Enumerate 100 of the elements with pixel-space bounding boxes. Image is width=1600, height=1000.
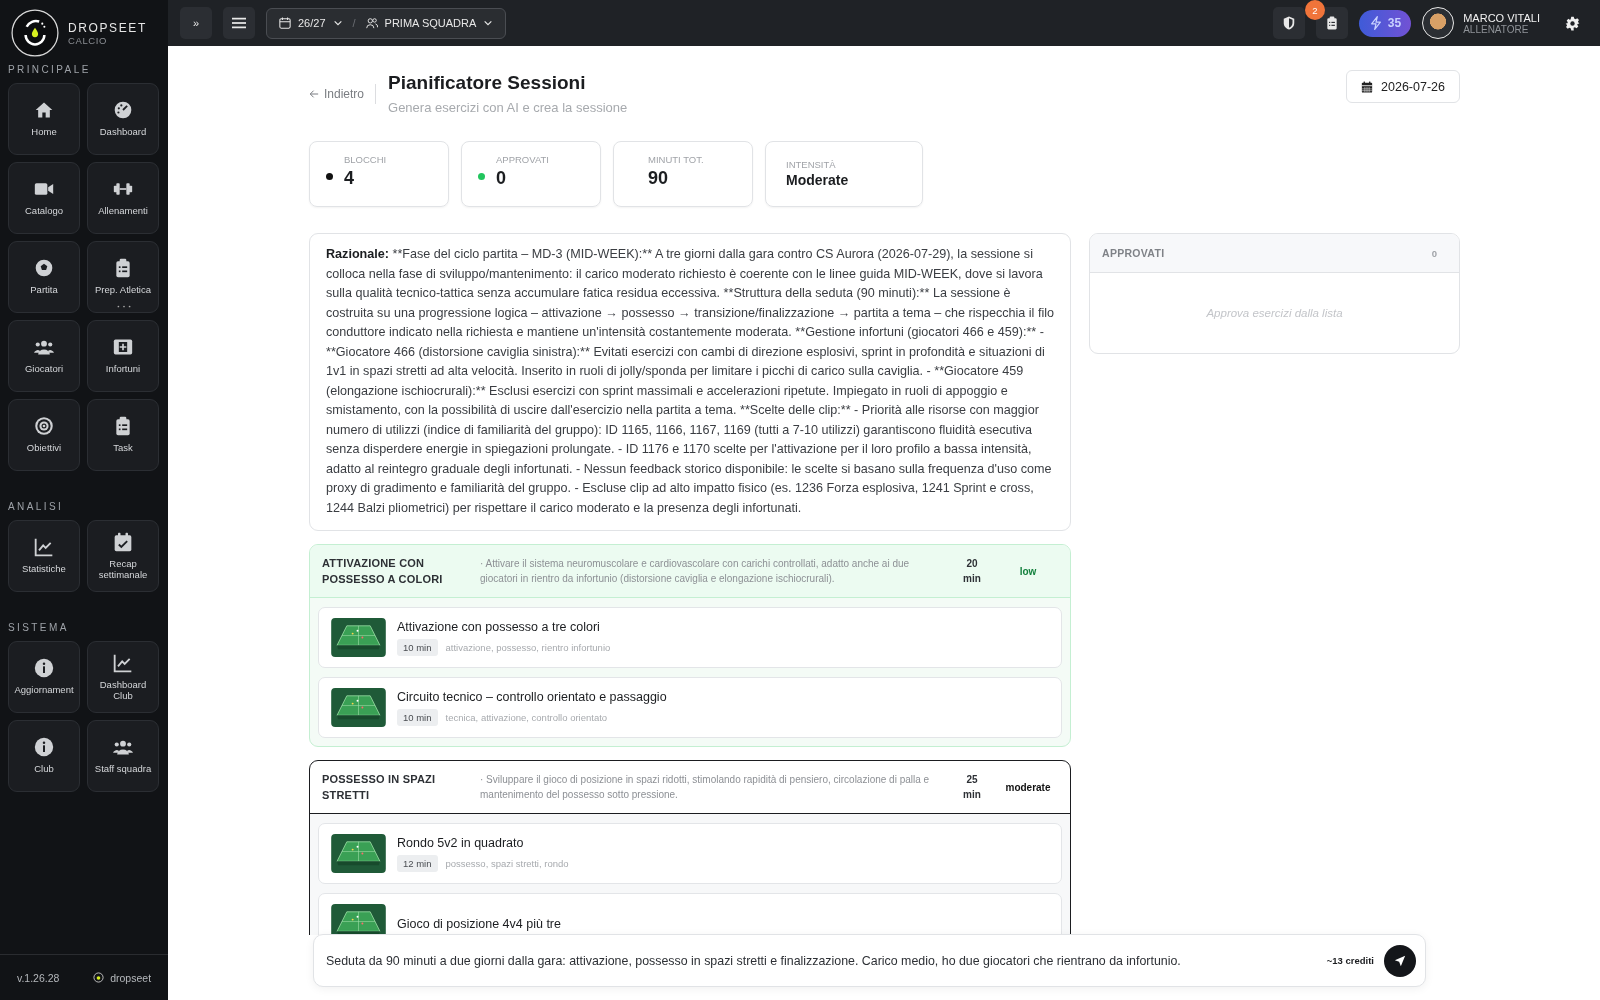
nav-item[interactable]: Allenamenti	[87, 162, 159, 234]
user-name: MARCO VITALI	[1463, 11, 1540, 24]
separator-text: /	[352, 17, 356, 29]
exercise-title: Gioco di posizione 4v4 più tre	[397, 916, 561, 931]
nav-item[interactable]: Task	[87, 399, 159, 471]
credit-cost: ~13 crediti	[1326, 955, 1374, 966]
clipboard-button[interactable]	[1315, 7, 1348, 39]
send-icon	[1394, 954, 1406, 967]
shield-icon	[1281, 16, 1296, 30]
expand-button[interactable]: »	[180, 7, 212, 39]
section-heading: ANALISI	[8, 501, 65, 512]
pitch-thumbnail-icon	[331, 618, 386, 657]
nav-item[interactable]: Infortuni	[87, 320, 159, 392]
duration-tag: 10 min	[397, 638, 438, 656]
nav-item[interactable]: Catalogo	[8, 162, 80, 234]
exercise-card[interactable]: Rondo 5v2 in quadrato 12 min possesso, spazi stretti, rondo	[318, 823, 1062, 884]
block-description: · Sviluppare il gioco di posizione in spazi ridotti, stimolando rapidità di pensiero, circolazione di palla e mantenimento del possesso sotto pressione.	[480, 773, 931, 802]
send-button[interactable]	[1384, 944, 1416, 977]
nav-item[interactable]: Dashboard Club	[87, 641, 159, 713]
nav-item[interactable]: Dashboard	[87, 83, 159, 155]
season-dropdown[interactable]: 26/27	[277, 17, 345, 29]
settings-icon[interactable]	[1565, 15, 1580, 31]
block-duration: 25 min	[962, 773, 982, 802]
section-heading: SISTEMA	[8, 622, 70, 633]
arrow-left-icon	[309, 89, 319, 99]
exercise-title: Attivazione con possesso a tre colori	[397, 619, 601, 634]
exercise-tags: possesso, spazi stretti, rondo	[445, 857, 569, 869]
intensity-label: low	[1018, 565, 1038, 577]
stat-value: 0	[496, 168, 507, 189]
target-icon	[34, 416, 54, 437]
nav-item[interactable]: Partita	[8, 241, 80, 313]
stat-value: 90	[648, 168, 670, 189]
line-chart-icon	[34, 537, 54, 558]
empty-state-text: Approva esercizi dalla lista	[1206, 307, 1343, 319]
info-icon	[34, 737, 54, 758]
page-title: Pianificatore Sessioni	[388, 72, 587, 94]
team-dropdown[interactable]: PRIMA SQUADRA	[363, 17, 496, 29]
exercise-card[interactable]: Attivazione con possesso a tre colori 10 min attivazione, possesso, rientro infortunio	[318, 607, 1062, 668]
exercise-card[interactable]: Gioco di posizione 4v4 più tre	[318, 893, 1062, 935]
menu-icon	[232, 16, 246, 30]
nav-item[interactable]: Obiettivi	[8, 399, 80, 471]
nav-item[interactable]: Aggiornament	[8, 641, 80, 713]
page-subtitle: Genera esercizi con AI e crea la sessione	[388, 100, 629, 115]
nav-item[interactable]: Prep. Atletica	[87, 241, 159, 313]
stat-label: MINUTI TOT.	[648, 154, 704, 165]
duration-tag: 12 min	[397, 854, 438, 872]
medical-kit-icon	[113, 337, 133, 358]
rationale-text: Razionale: **Fase del ciclo partita – MD-3 (MID-WEEK):** A tre giorni dalla gara contro CS Aurora (2026-07-29), la sessione si colloca nella fase di sviluppo/mantenimento: il carico moderato richiesto è coerente con le linee guida MID-WEEK, dove si lavora sulla qualità tecnico-tattica senza accumulare fatica residua eccessiva. **Struttura della seduta (90 minuti):** La sessione è costruita su una progressione logica – attivazione → possesso → transizione/finalizzazione → partita a tema – che rispecchia il filo conduttore indicato nella richiesta e mantiene un'intensità costantemente moderata. **Gestione infortuni (giocatori 466 e 459):** - **Giocatore 466 (distorsione caviglia sinistra):** Evitati esercizi con cambi di direzione esplosivi, sprint in profondità e situazioni di 1v1 in spazi stretti ad alta velocità. Inserito in ruoli di jolly/sponda per limitare i picchi di carico sulla caviglia. - **Giocatore 459 (elongazione ischiocrurali):** Esclusi esercizi con sprint massimali e accelerazioni ripetute. Impiegato in ruoli di appoggio e smistamento, con la possibilità di uscire dall'esercizio nella partita a tema. **Scelte delle clip:** - Priorità alle risorse con maggior numero di utilizzi (indice di familiarità del gruppo): ID 1165, 1166, 1167, 1169 (tutti a 7-10 utilizzi) garantiscono fluidità esecutiva senza disperdere energie in spiegazioni prolungate. - ID 1176 e 1170 scelte per l'attivazione per il loro profilo a bassa intensità, adatto al reintegro graduale degli infortunati. - Nessun feedback storico disponibile: le scelte si basano sulla frequenza d'uso come proxy di gradimento e familiarità del gruppo. - Escluse clip ad alto impatto fisico (es. 1236 Forza esplosiva, 1241 Sprint e cross, 1244 Balzi pliometrici) per rispettare il carico moderato e la presenza degli infortunati.	[326, 246, 1054, 517]
date-picker-button[interactable]: 2026-07-26	[1346, 70, 1460, 103]
nav-item[interactable]: Club	[8, 720, 80, 792]
stat-label: BLOCCHI	[344, 154, 387, 165]
home-icon	[34, 100, 54, 121]
menu-button[interactable]	[223, 7, 255, 39]
nav-item[interactable]: Giocatori	[8, 320, 80, 392]
users-icon	[365, 17, 378, 29]
pitch-thumbnail-icon	[331, 834, 386, 873]
block-title: ATTIVAZIONE CON POSSESSO A COLORI	[322, 556, 444, 587]
block-header[interactable]	[310, 545, 1070, 598]
clipboard-icon	[1324, 16, 1339, 30]
back-link[interactable]: Indietro	[309, 84, 377, 104]
prompt-input[interactable]: Seduta da 90 minuti a due giorni dalla gara: attivazione, possesso in spazi stretti e finalizzazione. Carico medio, ho due giocatori che rientrano da infortunio.	[326, 953, 1317, 968]
chevron-down-icon	[483, 18, 494, 28]
gauge-icon	[113, 100, 133, 121]
calendar-icon	[1361, 80, 1374, 93]
shield-button[interactable]	[1272, 7, 1305, 39]
brand-subtitle: CALCIO	[68, 34, 108, 46]
block-title: POSSESSO IN SPAZI STRETTI	[322, 772, 437, 803]
lightning-icon	[1368, 16, 1383, 30]
version-label: v.1.26.28	[16, 971, 60, 984]
credits-button[interactable]: 35	[1358, 9, 1412, 37]
approved-count: 0	[1431, 247, 1437, 259]
exercise-tags: tecnica, attivazione, controllo orientato	[445, 711, 608, 723]
nav-item[interactable]: Recap settimanale	[87, 520, 159, 592]
stat-label: INTENSITÀ	[786, 159, 837, 170]
block-description: · Attivare il sistema neuromuscolare e cardiovascolare con carichi controllati, adatto anche ai due giocatori in rientro da infortunio (distorsione caviglia e elongazione ischiocrurali).	[480, 557, 911, 586]
calendar-icon	[279, 17, 291, 29]
stat-value: 4	[344, 168, 355, 189]
nav-item[interactable]: Staff squadra	[87, 720, 159, 792]
intensity-label: moderate	[1004, 781, 1052, 793]
line-chart-icon	[113, 652, 133, 673]
panel-title: APPROVATI	[1102, 247, 1165, 259]
duration-tag: 10 min	[397, 708, 438, 726]
clipboard-icon	[113, 416, 133, 437]
brand-link[interactable]: dropseet	[110, 971, 152, 984]
pitch-thumbnail-icon	[331, 688, 386, 727]
exercise-title: Circuito tecnico – controllo orientato e passaggio	[397, 689, 667, 704]
exercise-tags: attivazione, possesso, rientro infortunio	[445, 641, 611, 653]
stat-label: APPROVATI	[496, 154, 549, 165]
chevron-down-icon	[332, 18, 343, 28]
exercise-title: Rondo 5v2 in quadrato	[397, 835, 525, 850]
brand-name: DROPSEET	[68, 20, 147, 35]
avatar[interactable]	[1422, 7, 1455, 39]
nav-item[interactable]: Statistiche	[8, 520, 80, 592]
section-heading: PRINCIPALE	[8, 64, 92, 75]
logo-icon	[10, 8, 60, 58]
user-role: ALLENATORE	[1463, 23, 1530, 35]
stat-value: Moderate	[786, 172, 849, 188]
nav-item[interactable]: Home	[8, 83, 80, 155]
clipboard-icon	[113, 258, 133, 279]
exercise-card[interactable]: Circuito tecnico – controllo orientato e passaggio 10 min tecnica, attivazione, controllo orientato	[318, 677, 1062, 738]
